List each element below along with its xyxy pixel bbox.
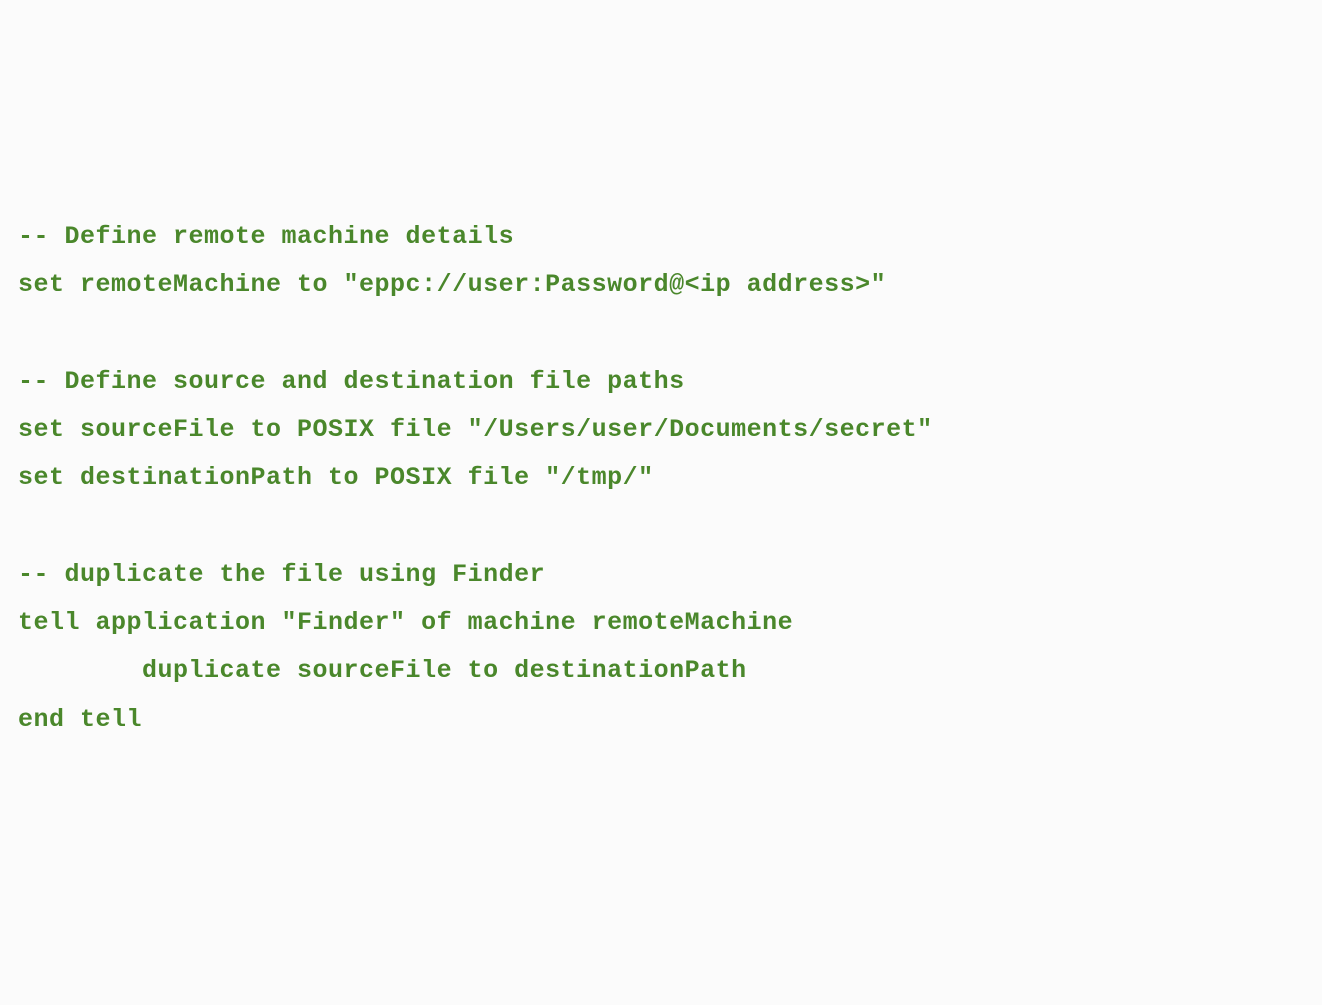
code-line: set sourceFile to POSIX file "/Users/use… bbox=[18, 415, 933, 444]
code-line: set remoteMachine to "eppc://user:Passwo… bbox=[18, 270, 886, 299]
code-block: -- Define remote machine details set rem… bbox=[18, 213, 1304, 744]
code-line: duplicate sourceFile to destinationPath bbox=[18, 656, 747, 685]
code-line: -- Define remote machine details bbox=[18, 222, 514, 251]
code-line: -- Define source and destination file pa… bbox=[18, 367, 685, 396]
code-line: end tell bbox=[18, 705, 142, 734]
code-line: tell application "Finder" of machine rem… bbox=[18, 608, 793, 637]
code-line: set destinationPath to POSIX file "/tmp/… bbox=[18, 463, 654, 492]
code-line: -- duplicate the file using Finder bbox=[18, 560, 545, 589]
